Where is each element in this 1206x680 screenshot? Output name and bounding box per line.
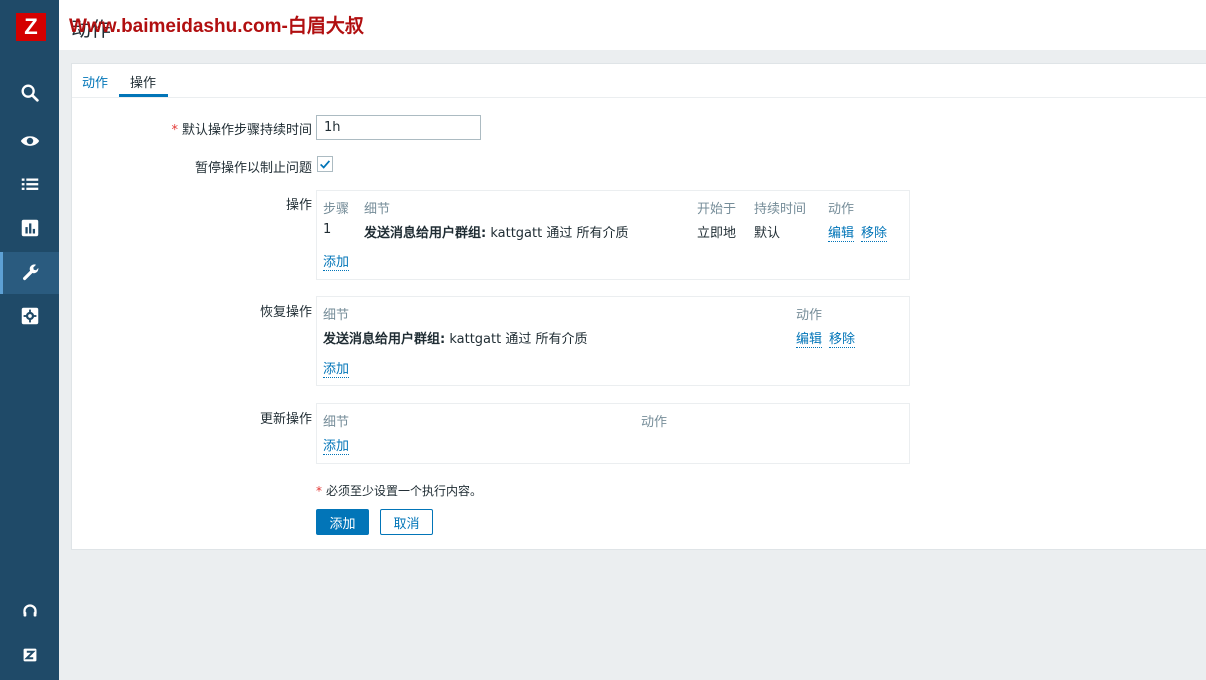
col-action: 动作 [796,308,823,323]
update-label: 更新操作 [259,412,312,427]
cancel-button[interactable]: 取消 [380,509,433,535]
wrench-icon[interactable] [0,252,59,294]
eye-icon[interactable] [0,121,59,161]
required-marker: * [171,123,178,138]
required-note: * 必须至少设置一个执行内容。 [316,484,483,498]
col-details: 细节 [323,308,350,323]
tab-bar: 动作 操作 [72,64,1206,98]
z-icon[interactable] [0,635,59,675]
row-duration: 默认 [754,226,781,241]
search-icon[interactable] [0,73,59,113]
row-detail: 发送消息给用户群组: kattgatt 通过 所有介质 [364,226,629,241]
col-duration: 持续时间 [754,202,807,217]
col-details: 细节 [364,202,391,217]
recovery-label: 恢复操作 [259,305,312,320]
col-steps: 步骤 [323,202,350,217]
col-start-in: 开始于 [697,202,737,217]
add-update-link[interactable]: 添加 [323,435,350,455]
row-start-in: 立即地 [697,226,737,241]
recovery-table: 细节 动作 发送消息给用户群组: kattgatt 通过 所有介质 编辑 移除 … [316,296,910,386]
col-action: 动作 [828,202,855,217]
pause-checkbox[interactable] [317,156,333,172]
zabbix-logo[interactable]: Z [16,13,46,41]
add-recovery-link[interactable]: 添加 [323,358,350,378]
operations-label: 操作 [285,198,312,213]
col-details: 细节 [323,415,350,430]
operations-table: 步骤 细节 开始于 持续时间 动作 1 发送消息给用户群组: kattgatt … [316,190,910,280]
headset-icon[interactable] [0,591,59,631]
form-panel: 动作 操作 *默认操作步骤持续时间 暂停操作以制止问题 操作 步骤 细节 开始于… [71,63,1206,550]
update-table: 细节 动作 添加 [316,403,910,464]
sidebar: Z [0,0,59,680]
active-tab-indicator [119,94,168,97]
page-header: 动作 Www.baimeidashu.com-白眉大叔 [59,0,1206,50]
pause-label: 暂停操作以制止问题 [194,161,312,176]
gear-icon[interactable] [0,296,59,336]
edit-link[interactable]: 编辑 [828,222,855,242]
edit-link[interactable]: 编辑 [796,328,823,348]
check-icon [320,160,331,169]
tab-action[interactable]: 动作 [82,72,108,91]
tab-operations[interactable]: 操作 [130,72,156,91]
chart-icon[interactable] [0,208,59,248]
row-step: 1 [323,222,332,237]
list-icon[interactable] [0,164,59,204]
default-duration-label: * 默认操作步骤持续时间 [171,123,312,138]
add-button[interactable]: 添加 [316,509,369,535]
remove-link[interactable]: 移除 [829,328,856,348]
col-action: 动作 [641,415,668,430]
row-detail: 发送消息给用户群组: kattgatt 通过 所有介质 [323,332,588,347]
remove-link[interactable]: 移除 [861,222,888,242]
required-marker: * [316,484,322,498]
default-duration-input[interactable] [316,115,481,140]
add-operation-link[interactable]: 添加 [323,251,350,271]
watermark-text: Www.baimeidashu.com-白眉大叔 [69,16,364,37]
